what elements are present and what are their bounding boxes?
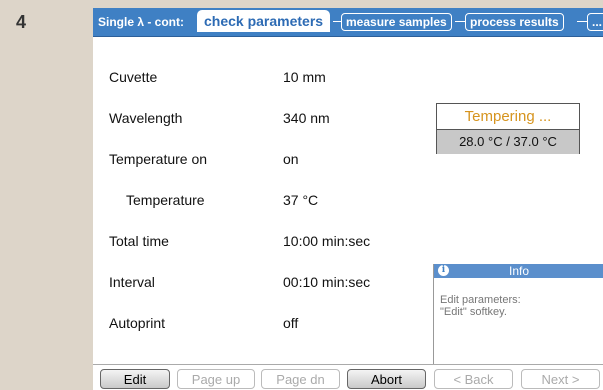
page-up-button[interactable]: Page up bbox=[177, 369, 255, 389]
back-button[interactable]: < Back bbox=[434, 369, 513, 389]
param-value-cuvette: 10 mm bbox=[283, 69, 326, 85]
param-label-total-time: Total time bbox=[109, 233, 169, 249]
tab-check-parameters[interactable]: check parameters bbox=[197, 10, 331, 32]
device-screen: Single λ - cont: check parameters measur… bbox=[93, 8, 603, 390]
param-label-interval: Interval bbox=[109, 274, 155, 290]
param-value-total-time: 10:00 min:sec bbox=[283, 233, 371, 249]
softkey-bar: Edit Page up Page dn Abort < Back Next > bbox=[93, 364, 603, 390]
abort-button[interactable]: Abort bbox=[347, 369, 426, 389]
param-value-interval: 00:10 min:sec bbox=[283, 274, 371, 290]
param-value-autoprint: off bbox=[283, 315, 299, 331]
manual-page: 4 Single λ - cont: check parameters meas… bbox=[0, 0, 603, 390]
tab-connector bbox=[455, 21, 465, 22]
param-label-temperature: Temperature bbox=[126, 192, 205, 208]
param-value-temperature-on: on bbox=[283, 151, 299, 167]
info-line: Edit parameters: bbox=[440, 294, 521, 306]
param-label-wavelength: Wavelength bbox=[109, 110, 183, 126]
param-value-wavelength: 340 nm bbox=[283, 110, 330, 126]
param-value-temperature: 37 °C bbox=[283, 192, 319, 208]
info-panel: Info i Edit parameters: "Edit" softkey. bbox=[433, 264, 603, 364]
tempering-status-box: Tempering ... 28.0 °C / 37.0 °C bbox=[436, 103, 580, 154]
page-down-button[interactable]: Page dn bbox=[261, 369, 340, 389]
info-header: Info i bbox=[434, 264, 603, 278]
tab-connector bbox=[577, 21, 587, 22]
tab-connector bbox=[333, 21, 341, 22]
next-button[interactable]: Next > bbox=[521, 369, 600, 389]
step-number: 4 bbox=[16, 12, 27, 32]
tempering-title: Tempering ... bbox=[464, 108, 552, 125]
param-label-temperature-on: Temperature on bbox=[109, 151, 208, 167]
info-line: "Edit" softkey. bbox=[440, 306, 507, 318]
edit-button[interactable]: Edit bbox=[100, 369, 170, 389]
title-bar: Single λ - cont: check parameters measur… bbox=[93, 8, 603, 37]
info-title: Info bbox=[508, 264, 529, 278]
param-label-cuvette: Cuvette bbox=[109, 69, 158, 85]
tab-measure-samples[interactable]: measure samples bbox=[341, 13, 452, 31]
mode-label: Single λ - cont: bbox=[98, 15, 185, 29]
info-icon: i bbox=[438, 265, 449, 276]
info-text: Edit parameters: "Edit" softkey. bbox=[440, 294, 598, 318]
param-label-autoprint: Autoprint bbox=[109, 315, 166, 331]
tab-more[interactable]: ... bbox=[587, 13, 603, 31]
temperature-readout: 28.0 °C / 37.0 °C bbox=[437, 129, 579, 154]
tab-process-results[interactable]: process results bbox=[465, 13, 564, 31]
